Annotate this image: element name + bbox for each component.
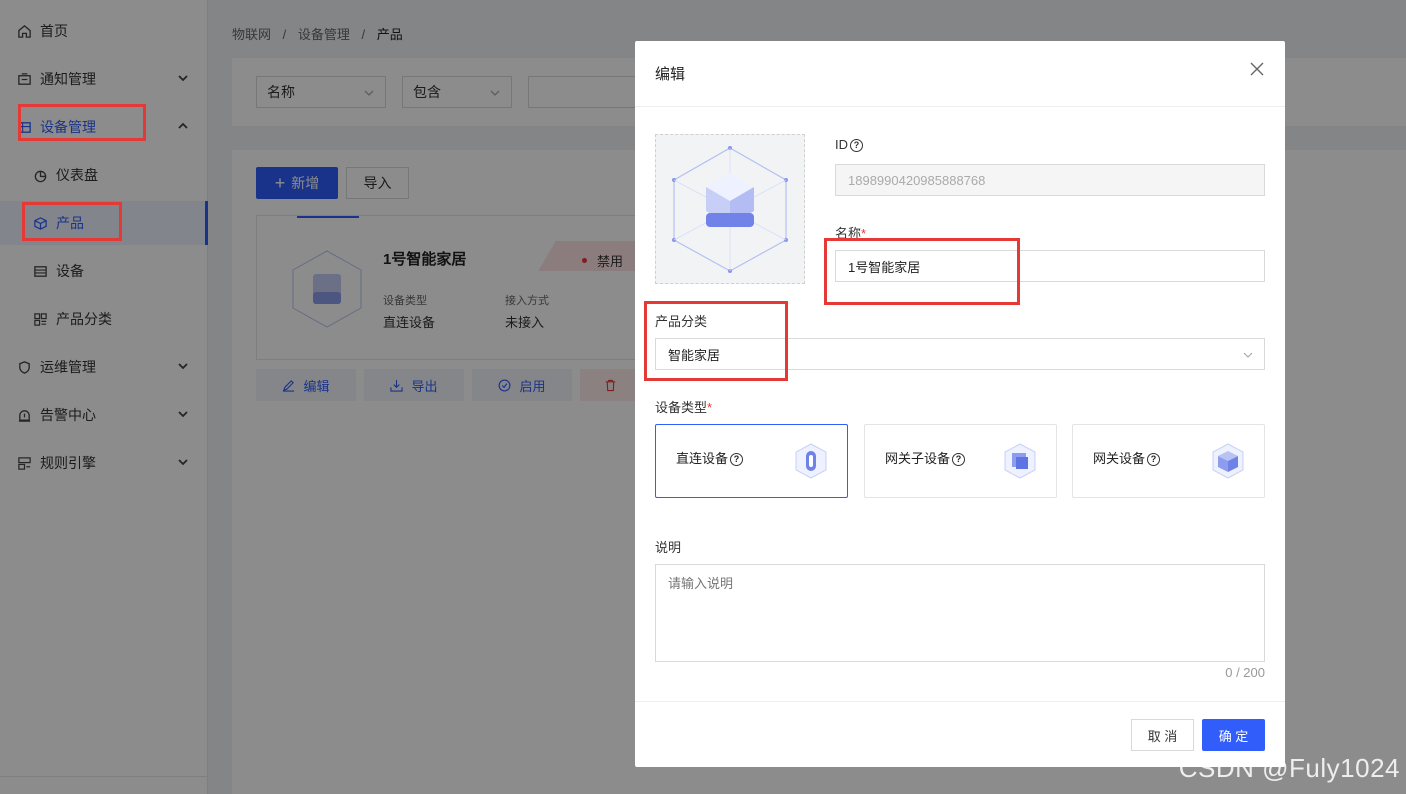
highlight-box — [22, 202, 122, 241]
id-label: ID? — [835, 137, 863, 153]
confirm-button-label: 确 定 — [1218, 728, 1249, 744]
device-type-direct[interactable]: 直连设备? — [655, 424, 848, 498]
device-type-option-text: 网关子设备 — [885, 451, 951, 466]
product-image-upload[interactable] — [655, 134, 805, 284]
gateway-child-device-icon — [1004, 443, 1036, 479]
edit-dialog: 编辑 ID? 1898990420985888768 名称* 1号智能家居 产品… — [635, 41, 1285, 767]
device-type-option-label: 网关子设备? — [885, 448, 966, 467]
close-icon[interactable] — [1249, 61, 1265, 77]
highlight-box — [644, 301, 788, 381]
chevron-down-icon — [1243, 352, 1253, 358]
device-type-label-text: 设备类型 — [655, 400, 708, 415]
device-type-label: 设备类型* — [655, 397, 712, 416]
device-type-gateway-child[interactable]: 网关子设备? — [864, 424, 1057, 498]
required-mark: * — [707, 400, 713, 415]
device-type-gateway[interactable]: 网关设备? — [1072, 424, 1265, 498]
char-count: 0 / 200 — [1225, 665, 1265, 680]
question-icon[interactable]: ? — [730, 453, 744, 467]
watermark: CSDN @Fuly1024 — [1178, 753, 1400, 783]
highlight-box — [18, 104, 146, 141]
dialog-header: 编辑 — [635, 41, 1285, 107]
question-icon[interactable]: ? — [1147, 453, 1161, 467]
device-type-option-text: 网关设备 — [1093, 451, 1146, 466]
question-icon[interactable]: ? — [952, 453, 966, 467]
confirm-button[interactable]: 确 定 — [1202, 719, 1265, 751]
direct-device-icon — [795, 443, 827, 479]
description-textarea[interactable] — [655, 564, 1265, 662]
id-label-text: ID — [835, 137, 848, 152]
footer-divider — [635, 701, 1285, 702]
cancel-button[interactable]: 取 消 — [1131, 719, 1194, 751]
question-icon[interactable]: ? — [850, 139, 863, 153]
dialog-title: 编辑 — [655, 66, 686, 83]
device-type-option-text: 直连设备 — [676, 451, 729, 466]
gateway-device-icon — [1212, 443, 1244, 479]
product-image — [672, 146, 788, 273]
cancel-button-label: 取 消 — [1147, 728, 1178, 744]
id-field: 1898990420985888768 — [835, 164, 1265, 196]
description-label: 说明 — [655, 540, 682, 555]
device-type-option-label: 直连设备? — [676, 448, 744, 467]
device-type-option-label: 网关设备? — [1093, 448, 1161, 467]
highlight-box — [824, 238, 1020, 305]
